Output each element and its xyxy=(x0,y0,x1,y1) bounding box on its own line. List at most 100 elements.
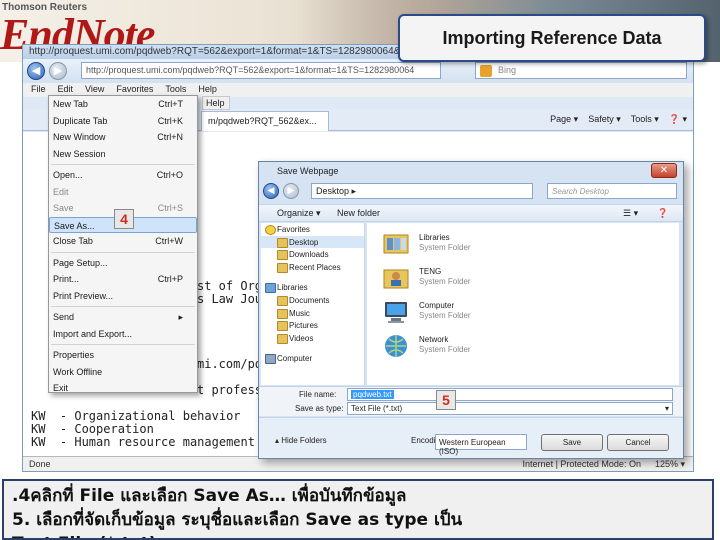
nav-documents[interactable]: Documents xyxy=(261,294,364,307)
back-icon[interactable]: ◀ xyxy=(27,62,45,80)
navigation-pane: Favorites Desktop Downloads Recent Place… xyxy=(261,223,365,385)
dialog-fields: File name: pqdweb.txt Save as type: Text… xyxy=(259,386,683,416)
dialog-nav: ◀ ▶ Desktop ▸ Search Desktop xyxy=(259,180,683,202)
back-icon[interactable]: ◀ xyxy=(263,183,279,199)
menu-item-label: New Session xyxy=(53,148,106,159)
menu-item-edit: Edit xyxy=(49,184,197,201)
menu-item-print[interactable]: Print... Ctrl+P xyxy=(49,271,197,288)
save-webpage-dialog: Save Webpage ✕ ◀ ▶ Desktop ▸ Search Desk… xyxy=(258,161,684,459)
menu-item-open[interactable]: Open... Ctrl+O xyxy=(49,167,197,184)
menu-item-shortcut: Ctrl+N xyxy=(157,132,183,142)
menu-help-duplicate[interactable]: Help xyxy=(202,96,230,110)
menu-item-duplicate-tab[interactable]: Duplicate Tab Ctrl+K xyxy=(49,113,197,130)
nav-music[interactable]: Music xyxy=(261,307,364,320)
menu-item-import-export[interactable]: Import and Export... xyxy=(49,326,197,343)
menu-separator xyxy=(51,251,195,253)
nav-favorites[interactable]: Favorites xyxy=(261,223,364,236)
dialog-toolbar: Organize ▾ New folder ☰ ▾ ❓ xyxy=(259,204,683,222)
menu-item-new-window[interactable]: New Window Ctrl+N xyxy=(49,129,197,146)
nav-videos[interactable]: Videos xyxy=(261,332,364,345)
address-input[interactable]: http://proquest.umi.com/pqdweb?RQT=562&e… xyxy=(81,62,441,79)
dialog-footer: ▴ Hide Folders Encoding: Western Europea… xyxy=(259,417,683,458)
safety-menu-button[interactable]: Safety ▾ xyxy=(588,114,621,125)
forward-icon[interactable]: ▶ xyxy=(283,183,299,199)
menu-item-label: Exit xyxy=(53,383,69,393)
menu-item-label: Page Setup... xyxy=(53,257,108,268)
organize-button[interactable]: Organize ▾ xyxy=(277,208,321,219)
menu-item-send[interactable]: Send ▸ xyxy=(49,309,197,326)
file-item-name: Computer xyxy=(419,301,455,310)
file-item-libraries[interactable]: Libraries System Folder xyxy=(377,227,637,261)
file-item-teng[interactable]: TENG System Folder xyxy=(377,261,637,295)
menu-item-properties[interactable]: Properties xyxy=(49,347,197,364)
libraries-icon xyxy=(383,234,409,254)
file-item-type: System Folder xyxy=(419,243,471,252)
view-options-icon[interactable]: ☰ ▾ xyxy=(623,208,638,219)
file-name-label: File name: xyxy=(299,390,337,399)
menu-item-label: Send xyxy=(53,312,75,322)
menu-item-label: Save xyxy=(53,203,74,213)
tools-menu-button[interactable]: Tools ▾ xyxy=(631,114,659,125)
step-4-badge: 4 xyxy=(114,209,134,229)
menu-item-shortcut: Ctrl+T xyxy=(158,99,183,109)
hide-folders-button[interactable]: ▴ Hide Folders xyxy=(275,436,327,445)
page-text-keywords: KW - Organizational behavior KW - Cooper… xyxy=(31,409,255,449)
cancel-button[interactable]: Cancel xyxy=(607,434,669,451)
save-as-type-value: Text File (*.txt) xyxy=(351,404,403,413)
tab-proquest[interactable]: m/pqdweb?RQT_562&ex... xyxy=(201,111,329,131)
file-item-type: System Folder xyxy=(419,345,471,354)
slide: Thomson Reuters EndNote http://proquest.… xyxy=(0,0,720,540)
nav-desktop[interactable]: Desktop xyxy=(261,235,364,249)
menu-item-close-tab[interactable]: Close Tab Ctrl+W xyxy=(49,233,197,250)
menu-item-label: Close Tab xyxy=(53,236,93,246)
file-item-name: Libraries xyxy=(419,233,450,242)
hide-folders-label: Hide Folders xyxy=(281,436,327,445)
zoom-level[interactable]: 125% ▾ xyxy=(655,459,685,470)
menu-item-label: Print... xyxy=(53,274,80,284)
file-item-network[interactable]: Network System Folder xyxy=(377,329,637,363)
file-menu: New Tab Ctrl+T Duplicate Tab Ctrl+K New Wi… xyxy=(48,95,198,393)
file-item-computer[interactable]: Computer System Folder xyxy=(377,295,637,329)
encoding-select[interactable]: Western European (ISO) xyxy=(435,434,527,456)
nav-recent-places[interactable]: Recent Places xyxy=(261,261,364,274)
dialog-path-breadcrumb[interactable]: Desktop ▸ xyxy=(311,183,533,199)
menu-help[interactable]: Help xyxy=(198,84,217,96)
dialog-search-input[interactable]: Search Desktop xyxy=(547,183,677,199)
close-icon[interactable]: ✕ xyxy=(651,163,677,178)
menu-file[interactable]: File xyxy=(31,84,46,96)
menu-separator xyxy=(51,164,195,165)
menu-item-shortcut: Ctrl+O xyxy=(156,170,183,180)
file-name-input[interactable]: pqdweb.txt xyxy=(347,388,673,401)
menu-item-shortcut: Ctrl+W xyxy=(155,236,183,246)
save-button[interactable]: Save xyxy=(541,434,603,451)
save-as-type-select[interactable]: Text File (*.txt) ▾ xyxy=(347,402,673,415)
nav-libraries[interactable]: Libraries xyxy=(261,281,364,294)
user-folder-icon xyxy=(383,269,409,289)
caption-line-2: 5. เลือกที่จัดเก็บข้อมูล ระบุชื่อและเลือ… xyxy=(12,510,463,530)
page-text-title: st of Org s Law Jou xyxy=(197,279,263,306)
nav-computer[interactable]: Computer xyxy=(261,352,364,365)
step-5-badge: 5 xyxy=(436,390,456,410)
caption-line-1: .4คลิกที่ File และเลือก Save As… เพื่อบั… xyxy=(12,486,407,506)
menu-item-label: Work Offline xyxy=(53,366,103,377)
menu-item-print-preview[interactable]: Print Preview... xyxy=(49,288,197,305)
page-text-url: mi.com/pq xyxy=(197,357,263,371)
file-item-type: System Folder xyxy=(419,311,471,320)
menu-item-work-offline[interactable]: Work Offline xyxy=(49,364,197,381)
submenu-arrow-icon: ▸ xyxy=(178,312,183,322)
browser-search-input[interactable]: Bing xyxy=(475,62,687,79)
help-icon[interactable]: ❓ xyxy=(657,208,668,219)
menu-item-page-setup[interactable]: Page Setup... xyxy=(49,255,197,272)
nav-downloads[interactable]: Downloads xyxy=(261,248,364,261)
menu-item-exit[interactable]: Exit xyxy=(49,380,197,397)
page-menu-button[interactable]: Page ▾ xyxy=(550,114,578,125)
nav-pictures[interactable]: Pictures xyxy=(261,319,364,332)
menu-separator xyxy=(51,306,195,307)
new-folder-button[interactable]: New folder xyxy=(337,208,380,218)
menu-item-new-tab[interactable]: New Tab Ctrl+T xyxy=(49,96,197,113)
forward-icon[interactable]: ▶ xyxy=(49,62,67,80)
menu-item-new-session[interactable]: New Session xyxy=(49,146,197,163)
file-list: Libraries System Folder TENG System Fold… xyxy=(367,223,679,385)
file-name-value: pqdweb.txt xyxy=(351,390,394,399)
help-menu-button[interactable]: ❓ ▾ xyxy=(669,114,687,125)
